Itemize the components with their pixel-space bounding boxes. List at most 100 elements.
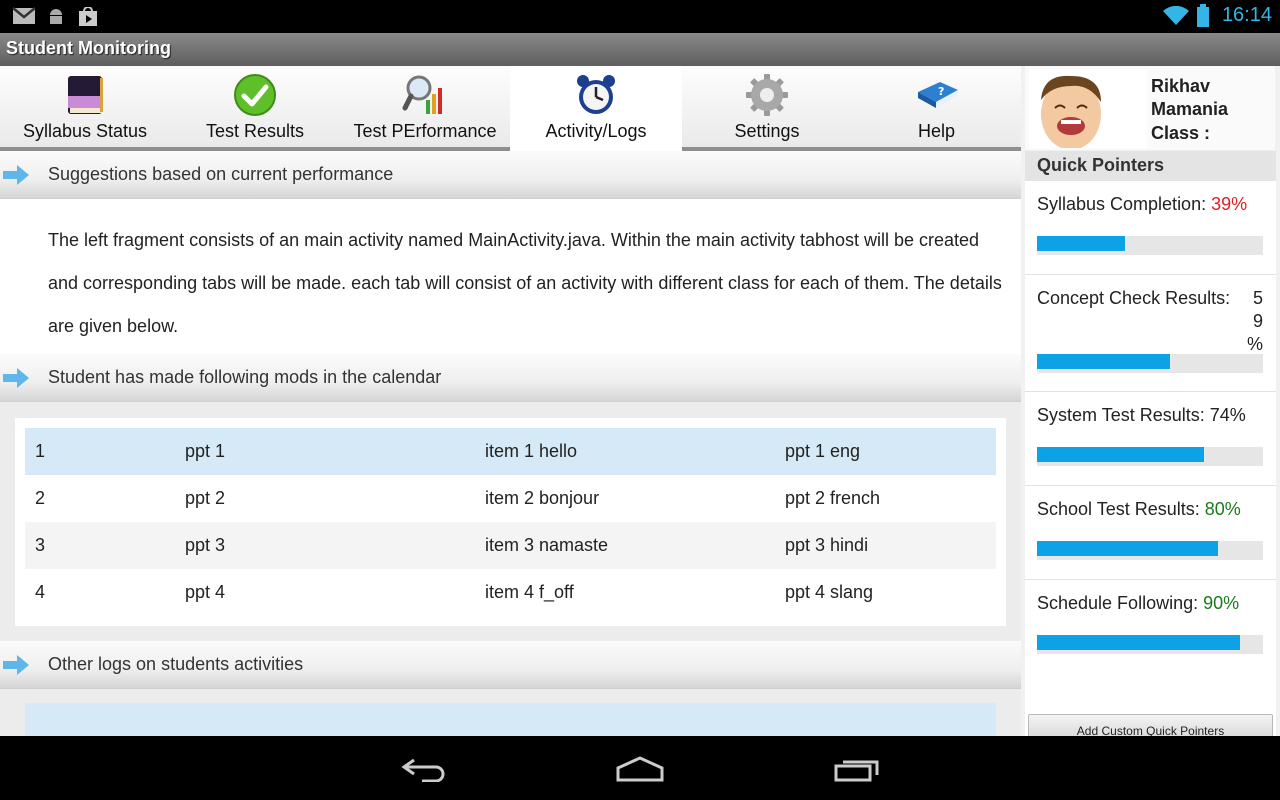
arrow-right-icon (3, 368, 29, 388)
tab-settings[interactable]: Settings (682, 66, 852, 151)
pointer-value: 59 % (1246, 288, 1263, 354)
battery-icon (1197, 4, 1209, 27)
section-header-mods: Student has made following mods in the c… (0, 354, 1021, 402)
pointer-label: Schedule Following: 90% (1037, 593, 1240, 613)
table-cell: ppt 4 (185, 582, 226, 602)
student-name: Rikhav Mamania (1151, 75, 1228, 121)
quick-pointers-panel[interactable]: Quick Pointers Syllabus Completion: 39% … (1025, 151, 1276, 736)
table-cell: ppt 3 hindi (785, 535, 869, 555)
tab-test-results[interactable]: Test Results (170, 66, 340, 151)
arrow-right-icon (3, 655, 29, 675)
student-class: Class : (1151, 123, 1211, 143)
avatar (1029, 70, 1147, 148)
table-cell: ppt 2 french (785, 488, 881, 508)
progress-bar (1037, 354, 1263, 373)
section-title: Student has made following mods in the c… (48, 367, 442, 387)
tab-label: Test PErformance (353, 121, 497, 141)
quick-pointer-system-test: System Test Results: 74% (1025, 392, 1276, 486)
table-cell: 2 (35, 488, 46, 508)
suggestions-text: The left fragment consists of an main ac… (48, 230, 1002, 336)
tab-label: Test Results (205, 121, 305, 141)
wifi-icon (1163, 6, 1189, 25)
check-icon (234, 74, 276, 116)
clock: 16:14 (1221, 4, 1272, 26)
table-cell: item 1 hello (485, 441, 578, 461)
app-title: Student Monitoring (6, 38, 171, 58)
pointer-value: 39% (1211, 194, 1248, 214)
pointer-label: School Test Results: 80% (1037, 499, 1241, 519)
quick-pointers-title: Quick Pointers (1037, 155, 1165, 175)
status-bar: 16:14 (0, 0, 1280, 33)
table-cell: 3 (35, 535, 46, 555)
pointer-value: 90% (1203, 593, 1240, 613)
table-row[interactable]: 3 ppt 3 item 3 namaste ppt 3 hindi (25, 522, 996, 569)
section-title: Other logs on students activities (48, 654, 304, 674)
alarm-clock-icon (577, 75, 615, 114)
progress-bar (1037, 541, 1263, 560)
tab-help[interactable]: ? Help (852, 66, 1021, 151)
section-header-logs: Other logs on students activities (0, 641, 1021, 689)
add-custom-pointers-button[interactable]: Add Custom Quick Pointers (1028, 714, 1273, 736)
progress-fill (1037, 236, 1126, 251)
table-cell: 1 (35, 441, 46, 461)
quick-pointer-school-test: School Test Results: 80% (1025, 486, 1276, 580)
play-store-icon (79, 7, 97, 26)
student-profile: Rikhav Mamania Class : (1025, 66, 1275, 150)
table-cell: ppt 4 slang (785, 582, 874, 602)
tab-label: Activity/Logs (545, 121, 647, 141)
logs-table-container (0, 689, 1021, 736)
quick-pointer-schedule-following: Schedule Following: 90% (1025, 580, 1276, 674)
table-cell: ppt 2 (185, 488, 226, 508)
progress-fill (1037, 447, 1205, 462)
notebook-icon (68, 76, 103, 114)
table-cell: ppt 1 (185, 441, 226, 461)
pointer-label: Concept Check Results: 59 % (1037, 288, 1263, 354)
home-icon[interactable] (615, 756, 665, 782)
recent-apps-icon[interactable] (833, 756, 881, 782)
tab-bar: Syllabus Status Test Results Test PErfor… (0, 66, 1021, 151)
table-cell: 4 (35, 582, 46, 602)
progress-fill (1037, 541, 1218, 556)
quick-pointers-header: Quick Pointers (1025, 151, 1276, 181)
student-first-name: Rikhav (1151, 76, 1211, 96)
progress-fill (1037, 635, 1241, 650)
tab-test-performance[interactable]: Test PErformance (340, 66, 510, 151)
table-row[interactable] (25, 703, 996, 736)
table-cell: ppt 3 (185, 535, 226, 555)
quick-pointer-concept-check: Concept Check Results: 59 % (1025, 275, 1276, 392)
table-cell: item 4 f_off (485, 582, 574, 602)
magnifier-chart-icon (402, 75, 442, 114)
android-debug-icon (50, 9, 62, 24)
back-icon[interactable] (400, 756, 448, 782)
pointer-label: Syllabus Completion: 39% (1037, 194, 1248, 214)
table-row[interactable]: 1 ppt 1 item 1 hello ppt 1 eng (25, 428, 996, 475)
gear-icon (746, 74, 788, 116)
section-title: Suggestions based on current performance (48, 164, 394, 184)
tab-syllabus-status[interactable]: Syllabus Status (0, 66, 170, 151)
content-area: Syllabus Status Test Results Test PErfor… (0, 66, 1280, 736)
tab-label: Settings (734, 121, 800, 141)
tab-activity-logs[interactable]: Activity/Logs (510, 66, 682, 151)
progress-bar (1037, 447, 1263, 466)
mods-table: 1 ppt 1 item 1 hello ppt 1 eng 2 ppt 2 i… (15, 418, 1006, 626)
help-book-icon: ? (917, 82, 958, 108)
mods-table-container: 1 ppt 1 item 1 hello ppt 1 eng 2 ppt 2 i… (0, 402, 1021, 641)
pointer-value: 80% (1204, 499, 1241, 519)
pointer-value: 74% (1209, 405, 1246, 425)
quick-pointer-syllabus-completion: Syllabus Completion: 39% (1025, 181, 1276, 275)
arrow-right-icon (3, 165, 29, 185)
pointer-label: System Test Results: 74% (1037, 405, 1246, 425)
navigation-bar (0, 736, 1280, 800)
table-row[interactable]: 2 ppt 2 item 2 bonjour ppt 2 french (25, 475, 996, 522)
table-cell: item 3 namaste (485, 535, 609, 555)
tab-label: Help (917, 121, 956, 141)
table-cell: ppt 1 eng (785, 441, 861, 461)
progress-bar (1037, 635, 1263, 654)
tab-label: Syllabus Status (22, 121, 148, 141)
progress-fill (1037, 354, 1171, 369)
main-panel[interactable]: Suggestions based on current performance… (0, 151, 1021, 736)
section-header-suggestions: Suggestions based on current performance (0, 151, 1021, 199)
student-last-name: Mamania (1151, 99, 1229, 119)
table-row[interactable]: 4 ppt 4 item 4 f_off ppt 4 slang (25, 569, 996, 616)
action-bar: Student Monitoring (0, 33, 1280, 66)
